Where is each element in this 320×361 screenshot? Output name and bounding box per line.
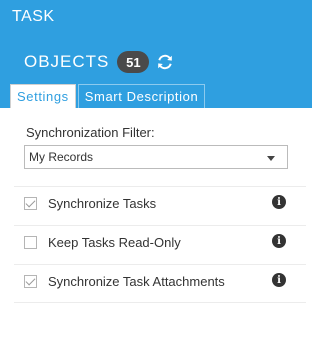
synchronize-task-attachments-label: Synchronize Task Attachments [48,274,225,289]
objects-row: OBJECTS 51 [24,50,175,74]
sync-filter-select[interactable]: My Records [24,145,288,169]
option-synchronize-task-attachments: Synchronize Task Attachments i [24,271,294,293]
divider [14,264,306,265]
divider [14,186,306,187]
info-icon[interactable]: i [272,234,286,248]
info-icon[interactable]: i [272,273,286,287]
chevron-down-icon [267,156,275,161]
sync-filter-value: My Records [29,150,94,164]
objects-count-badge: 51 [117,51,150,73]
divider [14,225,306,226]
info-icon[interactable]: i [272,195,286,209]
option-keep-tasks-read-only: Keep Tasks Read-Only i [24,232,294,254]
synchronize-tasks-label: Synchronize Tasks [48,196,157,211]
divider [14,302,306,303]
keep-tasks-read-only-label: Keep Tasks Read-Only [48,235,181,250]
keep-tasks-read-only-checkbox[interactable] [24,236,37,249]
page-title: TASK [12,8,55,25]
tab-smart-description[interactable]: Smart Description [77,84,206,108]
refresh-icon[interactable] [155,52,175,72]
tab-bar: Settings Smart Description [10,84,206,108]
objects-label: OBJECTS [24,52,110,71]
option-synchronize-tasks: Synchronize Tasks i [24,193,294,215]
tab-settings[interactable]: Settings [10,84,76,108]
synchronize-tasks-checkbox[interactable] [24,197,37,210]
header: TASK OBJECTS 51 Settings Smart Descripti… [0,0,312,108]
synchronize-task-attachments-checkbox[interactable] [24,275,37,288]
sync-filter-label: Synchronization Filter: [26,125,155,140]
